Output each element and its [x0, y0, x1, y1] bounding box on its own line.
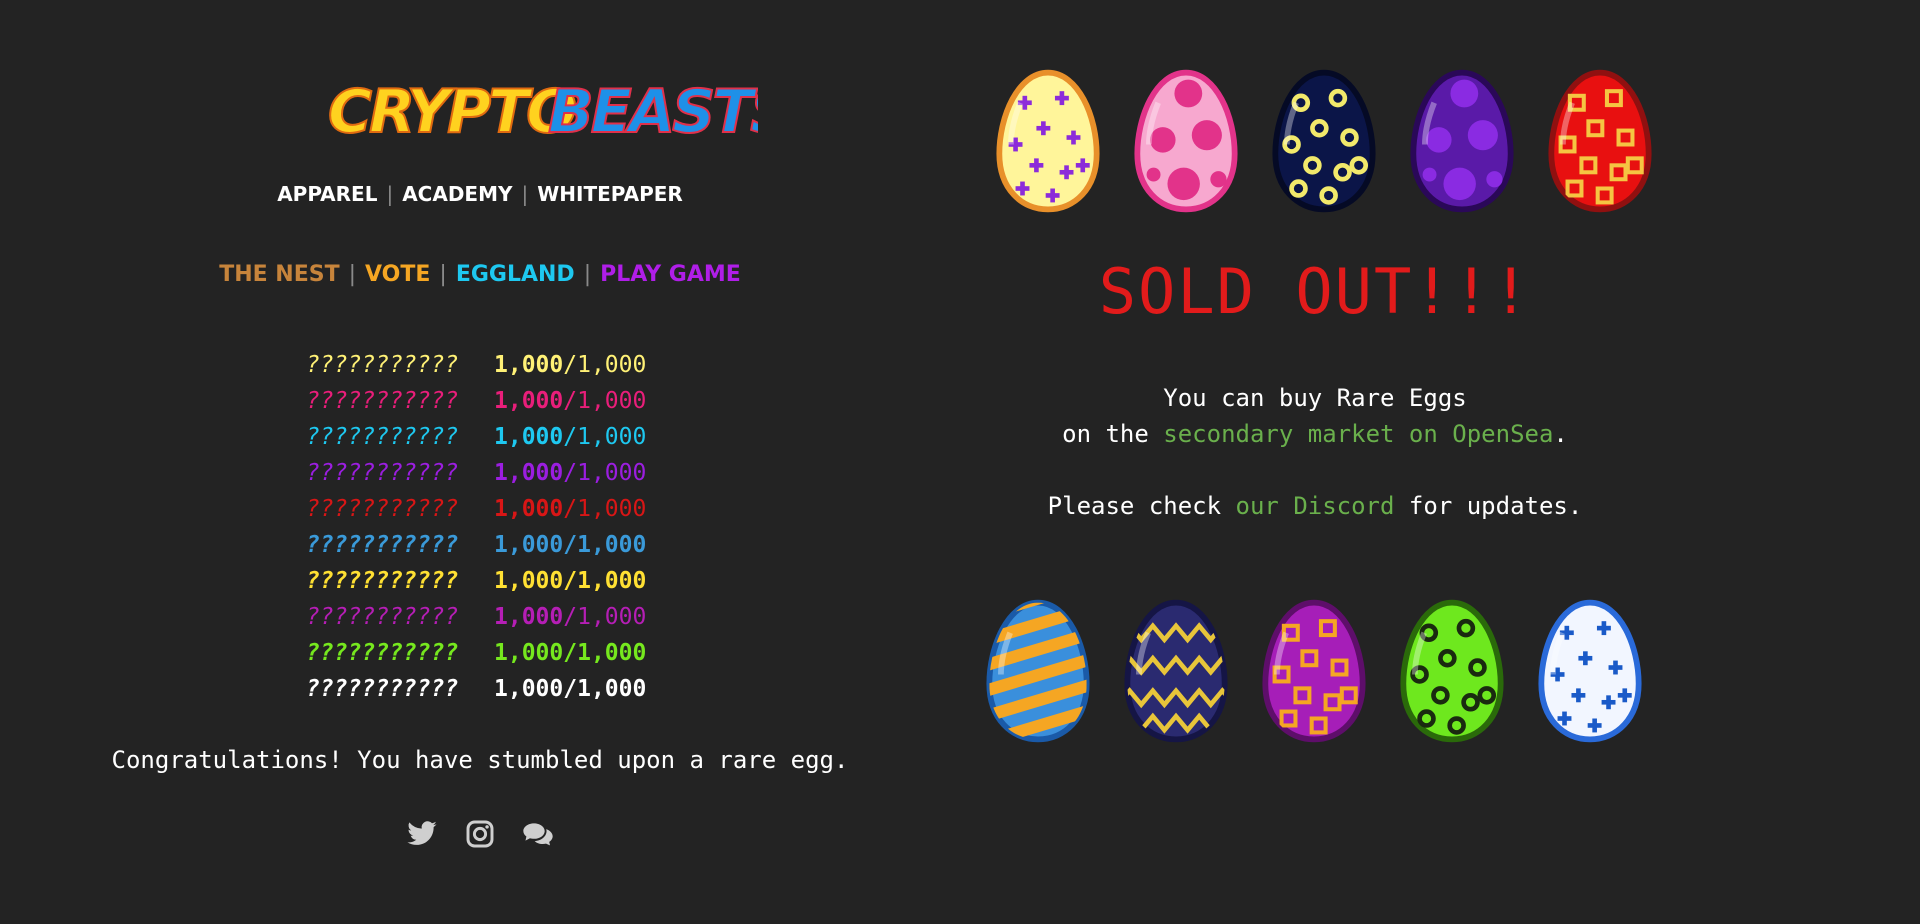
egg-supply-row: ??????????? 1,000/1,000: [306, 455, 646, 491]
egg-name-hidden: ???????????: [306, 568, 459, 594]
egg-supply-row: ??????????? 1,000/1,000: [306, 563, 646, 599]
egg-total-count: /1,000: [563, 460, 647, 486]
egg-name-hidden: ???????????: [306, 388, 459, 414]
green-flower-egg[interactable]: [1394, 598, 1510, 744]
message-line-2-suffix: .: [1553, 420, 1568, 448]
right-column: SOLD OUT!!! You can buy Rare Eggs on the…: [960, 0, 1680, 924]
egg-minted-count: 1,000: [494, 460, 564, 486]
navy-ring-egg[interactable]: [1266, 68, 1382, 214]
egg-name-hidden: ???????????: [306, 460, 459, 486]
discord-chat-icon[interactable]: [522, 818, 554, 850]
social-links: [60, 818, 900, 850]
logo-crypto-text: CRYPTO: [328, 77, 575, 147]
secondary-nav: THE NEST | VOTE | EGGLAND | PLAY GAME: [60, 262, 900, 287]
egg-total-count: /1,000: [563, 568, 647, 594]
egg-row-bottom: [980, 598, 1648, 744]
nav-separator: |: [521, 182, 529, 206]
egg-total-count: /1,000: [563, 424, 647, 450]
pink-spotted-egg[interactable]: [1128, 68, 1244, 214]
page: CRYPTO BEASTS APPAREL | ACADEMY | WHITEPAPER…: [0, 0, 1920, 924]
message-line-2: on the secondary market on OpenSea.: [960, 420, 1670, 448]
nav-whitepaper-link[interactable]: WHITEPAPER: [537, 182, 683, 206]
navy-zigzag-egg[interactable]: [1118, 598, 1234, 744]
message-line-2-prefix: on the: [1062, 420, 1164, 448]
egg-supply-row: ??????????? 1,000/1,000: [306, 527, 646, 563]
egg-supply-row: ??????????? 1,000/1,000: [306, 491, 646, 527]
egg-name-hidden: ???????????: [306, 676, 459, 702]
egg-total-count: /1,000: [563, 532, 647, 558]
congrats-message: Congratulations! You have stumbled upon …: [111, 746, 849, 774]
nav-separator: |: [348, 262, 357, 287]
message-line-3-suffix: for updates.: [1394, 492, 1583, 520]
egg-name-hidden: ???????????: [306, 604, 459, 630]
twitter-icon[interactable]: [406, 818, 438, 850]
red-gold-egg[interactable]: [1542, 68, 1658, 214]
nav-eggland-link[interactable]: EGGLAND: [456, 262, 575, 287]
egg-supply-row: ??????????? 1,000/1,000: [306, 419, 646, 455]
egg-row-top: [990, 68, 1658, 214]
message-line-1: You can buy Rare Eggs: [1163, 384, 1467, 412]
egg-total-count: /1,000: [563, 604, 647, 630]
egg-name-hidden: ???????????: [306, 640, 459, 666]
egg-minted-count: 1,000: [494, 532, 564, 558]
opensea-link[interactable]: secondary market on OpenSea: [1163, 420, 1553, 448]
egg-supply-row: ??????????? 1,000/1,000: [306, 347, 646, 383]
egg-name-hidden: ???????????: [306, 532, 459, 558]
nav-separator: |: [583, 262, 592, 287]
left-column: CRYPTO BEASTS APPAREL | ACADEMY | WHITEPAPER…: [60, 0, 900, 924]
message-line-3-prefix: Please check: [1047, 492, 1236, 520]
egg-supply-row: ??????????? 1,000/1,000: [306, 635, 646, 671]
nav-separator: |: [439, 262, 447, 287]
egg-name-hidden: ???????????: [306, 496, 459, 522]
sold-out-banner: SOLD OUT!!!: [1098, 255, 1532, 328]
egg-total-count: /1,000: [563, 388, 647, 414]
egg-total-count: /1,000: [563, 496, 647, 522]
purple-spotted-egg[interactable]: [1404, 68, 1520, 214]
primary-nav: APPAREL | ACADEMY | WHITEPAPER: [60, 182, 900, 206]
egg-supply-row: ??????????? 1,000/1,000: [306, 671, 646, 707]
discord-link[interactable]: our Discord: [1236, 492, 1395, 520]
nav-play-game-link[interactable]: PLAY GAME: [600, 262, 741, 287]
egg-total-count: /1,000: [563, 676, 647, 702]
egg-minted-count: 1,000: [494, 676, 564, 702]
egg-minted-count: 1,000: [494, 604, 564, 630]
nav-academy-link[interactable]: ACADEMY: [402, 182, 512, 206]
magenta-square-egg[interactable]: [1256, 598, 1372, 744]
nav-apparel-link[interactable]: APPAREL: [277, 182, 377, 206]
cryptobeasts-logo[interactable]: CRYPTO BEASTS: [328, 70, 758, 150]
egg-supply-row: ??????????? 1,000/1,000: [306, 599, 646, 635]
egg-minted-count: 1,000: [494, 496, 564, 522]
instagram-icon[interactable]: [464, 818, 496, 850]
nav-separator: |: [386, 182, 394, 206]
egg-minted-count: 1,000: [494, 640, 564, 666]
logo-beasts-text: BEASTS: [548, 77, 758, 147]
nav-the-nest-link[interactable]: THE NEST: [219, 262, 339, 287]
egg-total-count: /1,000: [563, 352, 647, 378]
egg-name-hidden: ???????????: [306, 424, 459, 450]
egg-supply-row: ??????????? 1,000/1,000: [306, 383, 646, 419]
yellow-cross-egg[interactable]: [990, 68, 1106, 214]
egg-minted-count: 1,000: [494, 568, 564, 594]
egg-minted-count: 1,000: [494, 424, 564, 450]
egg-minted-count: 1,000: [494, 388, 564, 414]
message-line-3: Please check our Discord for updates.: [960, 492, 1670, 520]
egg-name-hidden: ???????????: [306, 352, 459, 378]
egg-total-count: /1,000: [563, 640, 647, 666]
logo-graphic: CRYPTO BEASTS: [328, 76, 758, 148]
nav-vote-link[interactable]: VOTE: [365, 262, 430, 287]
white-blue-egg[interactable]: [1532, 598, 1648, 744]
egg-minted-count: 1,000: [494, 352, 564, 378]
blue-striped-egg[interactable]: [980, 598, 1096, 744]
egg-supply-list: ??????????? 1,000/1,000??????????? 1,000/1…: [306, 347, 646, 707]
